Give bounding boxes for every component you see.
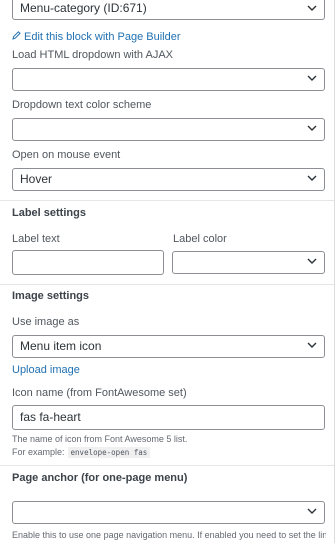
- label-color-select[interactable]: [172, 251, 325, 274]
- use-image-as-value: Menu item icon: [20, 339, 102, 353]
- pencil-icon: [12, 27, 21, 45]
- image-settings-title: Image settings: [12, 290, 90, 302]
- edit-link-label: Edit this block with Page Builder: [24, 31, 181, 44]
- load-html-select[interactable]: [12, 68, 325, 91]
- menu-category-select[interactable]: Menu-category (ID:671): [12, 0, 325, 20]
- label-settings-title: Label settings: [12, 207, 86, 219]
- icon-help-example-label: For example:: [12, 447, 65, 457]
- icon-name-input[interactable]: fas fa-heart: [12, 405, 325, 430]
- upload-image-link[interactable]: Upload image: [12, 364, 80, 376]
- chevron-down-icon: [307, 3, 317, 13]
- section-divider: [0, 284, 334, 285]
- page-anchor-select[interactable]: [12, 501, 325, 524]
- label-text-input[interactable]: [12, 250, 164, 275]
- label-text-label: Label text: [12, 233, 60, 245]
- icon-help-example: For example: envelope-open fas: [12, 446, 151, 458]
- icon-help-text: The name of icon from Font Awesome 5 lis…: [12, 434, 188, 444]
- chevron-down-icon: [307, 173, 317, 183]
- section-divider: [0, 465, 334, 466]
- icon-example-code: envelope-open fas: [67, 447, 151, 458]
- section-divider: [0, 200, 334, 201]
- page-anchor-help-text: Enable this to use one page navigation m…: [12, 530, 326, 540]
- use-image-as-select[interactable]: Menu item icon: [12, 335, 325, 358]
- chevron-down-icon: [307, 73, 317, 83]
- chevron-down-icon: [307, 506, 317, 516]
- open-event-select[interactable]: Hover: [12, 168, 325, 191]
- edit-with-page-builder-link[interactable]: Edit this block with Page Builder: [12, 27, 181, 44]
- icon-name-value: fas fa-heart: [20, 410, 81, 424]
- menu-category-value: Menu-category (ID:671): [20, 1, 147, 15]
- chevron-down-icon: [307, 340, 317, 350]
- dropdown-color-select[interactable]: [12, 118, 325, 141]
- open-event-value: Hover: [20, 172, 53, 186]
- page-anchor-title: Page anchor (for one-page menu): [12, 472, 188, 484]
- icon-name-label: Icon name (from FontAwesome set): [12, 387, 187, 399]
- chevron-down-icon: [307, 123, 317, 133]
- dropdown-color-label: Dropdown text color scheme: [12, 99, 152, 111]
- open-event-label: Open on mouse event: [12, 149, 121, 161]
- use-image-as-label: Use image as: [12, 316, 80, 328]
- load-html-label: Load HTML dropdown with AJAX: [12, 49, 174, 61]
- label-color-label: Label color: [173, 233, 227, 245]
- chevron-down-icon: [307, 256, 317, 266]
- menu-item-settings-panel: Menu-category (ID:671) Edit this block w…: [0, 0, 335, 543]
